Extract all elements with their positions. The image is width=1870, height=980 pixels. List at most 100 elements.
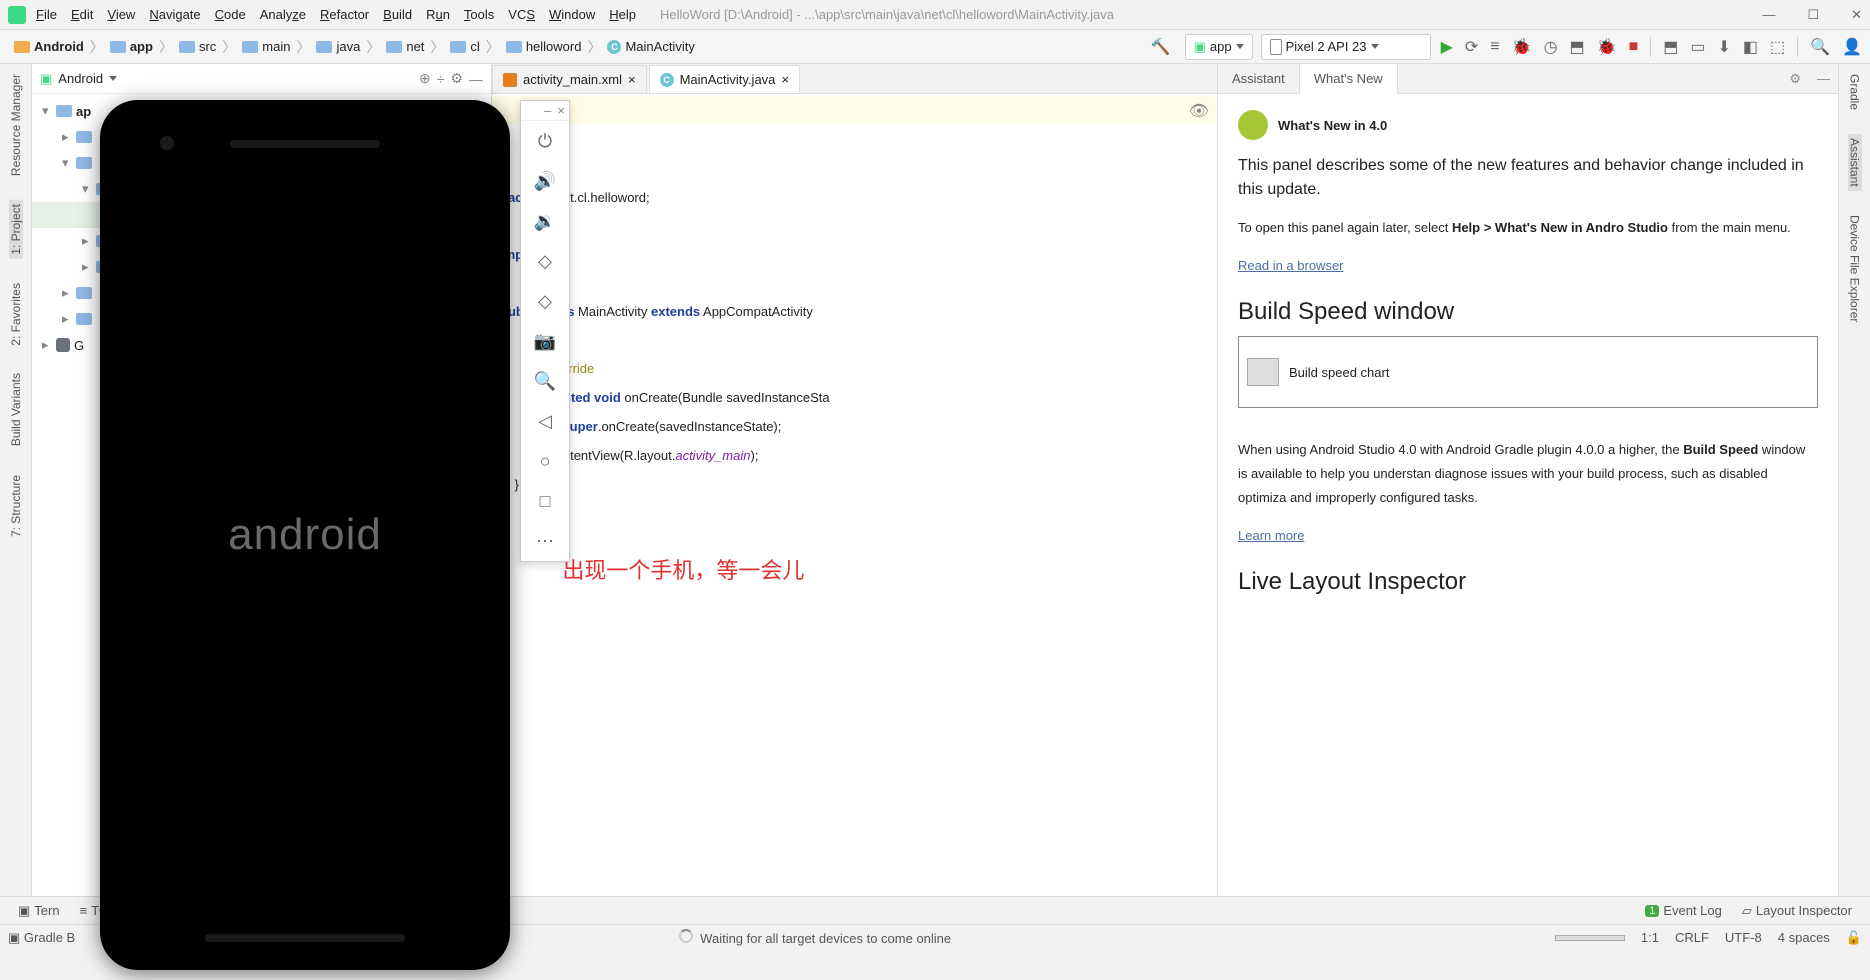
close-icon[interactable]: × <box>781 72 789 87</box>
crumb-app[interactable]: app <box>130 39 153 54</box>
memory-indicator[interactable] <box>1555 935 1625 941</box>
rail-device-file-explorer[interactable]: Device File Explorer <box>1848 211 1862 326</box>
sync-icon[interactable]: ⬒ <box>1663 37 1678 57</box>
learn-more-link[interactable]: Learn more <box>1238 528 1304 543</box>
cube-icon[interactable]: ⬚ <box>1770 37 1785 57</box>
attach-debugger-icon[interactable]: 🐞 <box>1597 37 1617 57</box>
rail-project[interactable]: 1: Project <box>9 200 23 259</box>
tree-app[interactable]: ap <box>76 104 91 119</box>
rail-build-variants[interactable]: Build Variants <box>9 369 23 450</box>
toolbar: Android〉 app〉 src〉 main〉 java〉 net〉 cl〉 … <box>0 30 1870 64</box>
debug-icon[interactable]: 🐞 <box>1512 37 1532 57</box>
rail-structure[interactable]: 7: Structure <box>9 471 23 541</box>
terminal-button[interactable]: ▣ Tern <box>8 903 70 919</box>
close-button[interactable]: ✕ <box>1851 7 1862 23</box>
target-icon[interactable]: ⊕ <box>419 70 431 87</box>
apply-changes-icon[interactable]: ⟳ <box>1465 37 1478 57</box>
cursor-position[interactable]: 1:1 <box>1641 930 1659 945</box>
crumb-net[interactable]: net <box>406 39 424 54</box>
user-icon[interactable]: 👤 <box>1842 37 1862 57</box>
volume-down-icon[interactable]: 🔉 <box>521 201 569 241</box>
readonly-icon[interactable]: 🔓 <box>1846 930 1862 946</box>
crumb-helloword[interactable]: helloword <box>526 39 582 54</box>
emu-minimize-icon[interactable]: – <box>544 103 551 118</box>
minimize-button[interactable]: — <box>1762 7 1775 23</box>
chevron-down-icon[interactable] <box>109 76 117 81</box>
emulator-phone[interactable]: android <box>100 100 510 970</box>
rm-icon[interactable]: ◧ <box>1743 37 1758 57</box>
folder-icon <box>179 41 195 53</box>
menu-run[interactable]: Run <box>426 7 450 22</box>
tab-whats-new[interactable]: What's New <box>1299 64 1398 94</box>
hammer-icon[interactable]: 🔨 <box>1151 37 1171 57</box>
back-icon[interactable]: ◁ <box>521 401 569 441</box>
event-log-button[interactable]: 1 Event Log <box>1635 903 1732 918</box>
tab-xml[interactable]: activity_main.xml× <box>492 65 647 93</box>
crumb-android[interactable]: Android <box>34 39 84 54</box>
crumb-cl[interactable]: cl <box>470 39 479 54</box>
menu-file[interactable]: File <box>36 7 57 22</box>
emu-close-icon[interactable]: × <box>557 103 565 118</box>
apply-code-icon[interactable]: ≡ <box>1490 38 1499 56</box>
rotate-right-icon[interactable]: ◇ <box>521 281 569 321</box>
rail-resource-manager[interactable]: Resource Manager <box>9 70 23 180</box>
tree-gradle[interactable]: G <box>74 338 84 353</box>
more-icon[interactable]: ⋯ <box>521 521 569 561</box>
gear-icon[interactable]: ⚙ <box>450 70 463 87</box>
rail-gradle[interactable]: Gradle <box>1848 70 1862 114</box>
profiler-icon[interactable]: ◷ <box>1544 37 1558 57</box>
crumb-java[interactable]: java <box>336 39 360 54</box>
menu-refactor[interactable]: Refactor <box>320 7 369 22</box>
menu-view[interactable]: View <box>107 7 135 22</box>
menu-vcs[interactable]: VCS <box>508 7 535 22</box>
collapse-icon[interactable]: ÷ <box>437 71 445 87</box>
tab-java[interactable]: CMainActivity.java× <box>649 65 800 93</box>
menu-code[interactable]: Code <box>215 7 246 22</box>
sdk-manager-icon[interactable]: ⬇ <box>1718 37 1731 57</box>
menu-tools[interactable]: Tools <box>464 7 494 22</box>
layout-inspector-button[interactable]: ▱ Layout Inspector <box>1732 903 1862 919</box>
inspections-icon[interactable]: 👁 <box>1189 98 1209 126</box>
run-icon[interactable]: ▶ <box>1441 37 1453 57</box>
hide-icon[interactable]: — <box>1809 71 1838 86</box>
close-icon[interactable]: × <box>628 72 636 87</box>
search-icon[interactable]: 🔍 <box>1810 37 1830 57</box>
menu-build[interactable]: Build <box>383 7 412 22</box>
crumb-mainactivity[interactable]: MainActivity <box>625 39 694 54</box>
code-editor[interactable]: 👁 package net.cl.helloword; import ... p… <box>492 94 1217 896</box>
zoom-icon[interactable]: 🔍 <box>521 361 569 401</box>
rail-assistant[interactable]: Assistant <box>1848 134 1862 191</box>
avd-manager-icon[interactable]: ▭ <box>1690 37 1705 57</box>
folder-icon <box>76 131 92 143</box>
read-browser-link[interactable]: Read in a browser <box>1238 258 1344 273</box>
indent[interactable]: 4 spaces <box>1778 930 1830 945</box>
emulator-window[interactable]: android –× ⏻ 🔊 🔉 ◇ ◇ 📷 🔍 ◁ ○ □ ⋯ <box>100 100 510 980</box>
rail-favorites[interactable]: 2: Favorites <box>9 279 23 350</box>
menu-edit[interactable]: Edit <box>71 7 93 22</box>
power-icon[interactable]: ⏻ <box>521 121 569 161</box>
menu-analyze[interactable]: Analyze <box>260 7 306 22</box>
crumb-main[interactable]: main <box>262 39 290 54</box>
line-separator[interactable]: CRLF <box>1675 930 1709 945</box>
overview-icon[interactable]: □ <box>521 481 569 521</box>
hide-icon[interactable]: — <box>469 71 483 87</box>
coverage-icon[interactable]: ⬒ <box>1570 37 1585 57</box>
stop-icon[interactable]: ■ <box>1629 38 1639 56</box>
home-icon[interactable]: ○ <box>521 441 569 481</box>
run-config-combo[interactable]: ▣ app <box>1185 34 1253 60</box>
encoding[interactable]: UTF-8 <box>1725 930 1762 945</box>
gear-icon[interactable]: ⚙ <box>1781 71 1809 87</box>
phone-camera <box>160 136 174 150</box>
menu-help[interactable]: Help <box>609 7 636 22</box>
menu-window[interactable]: Window <box>549 7 595 22</box>
gradle-sync-status[interactable]: ▣ Gradle B <box>8 930 75 946</box>
device-combo[interactable]: Pixel 2 API 23 <box>1261 34 1431 60</box>
project-view-label[interactable]: Android <box>58 71 103 86</box>
maximize-button[interactable]: ☐ <box>1807 7 1819 23</box>
menu-navigate[interactable]: Navigate <box>149 7 200 22</box>
screenshot-icon[interactable]: 📷 <box>521 321 569 361</box>
volume-up-icon[interactable]: 🔊 <box>521 161 569 201</box>
crumb-src[interactable]: src <box>199 39 216 54</box>
rotate-left-icon[interactable]: ◇ <box>521 241 569 281</box>
tab-assistant[interactable]: Assistant <box>1218 64 1299 94</box>
